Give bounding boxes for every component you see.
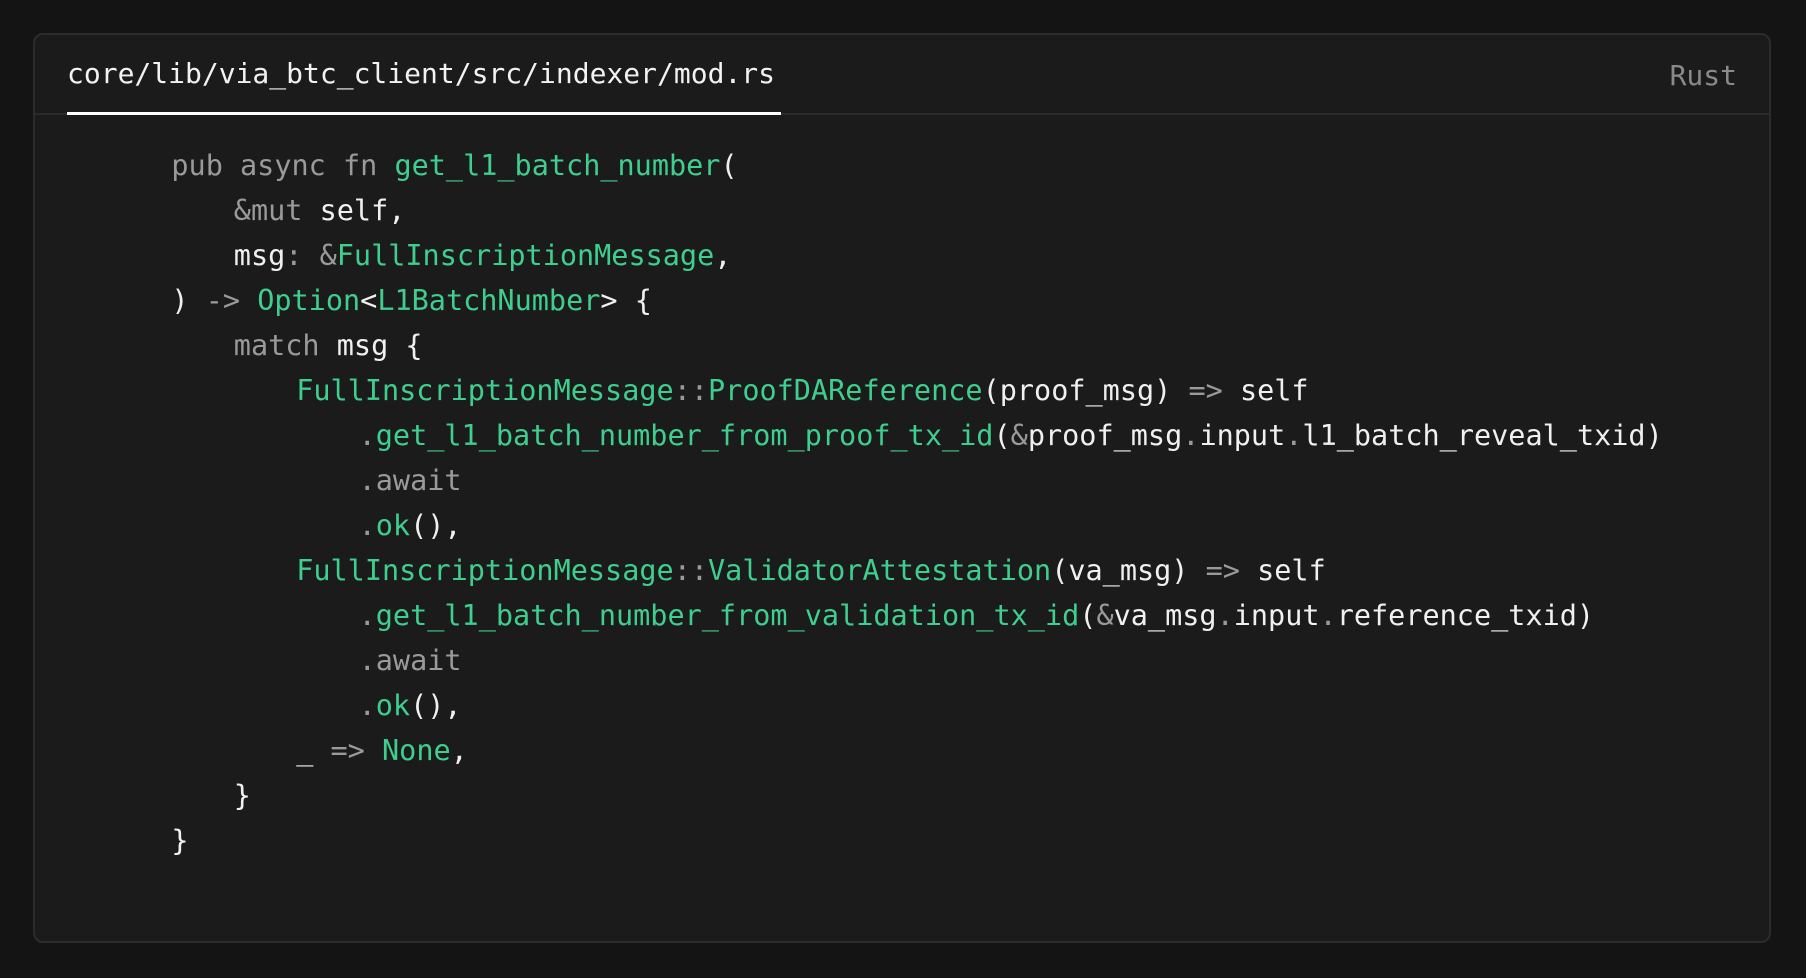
file-tab[interactable]: core/lib/via_btc_client/src/indexer/mod.… (67, 35, 782, 115)
code-token: input (1233, 599, 1320, 632)
code-token: .await (358, 644, 462, 677)
code-token: , (450, 734, 468, 767)
code-token: ) (171, 284, 206, 317)
code-line: .get_l1_batch_number_from_proof_tx_id(&p… (35, 413, 1769, 458)
code-token: . (358, 599, 376, 632)
code-token: } (171, 824, 189, 857)
code-block-header: core/lib/via_btc_client/src/indexer/mod.… (35, 35, 1769, 115)
code-token: va_msg (1113, 599, 1217, 632)
code-token: } (233, 779, 251, 812)
code-token: => (1188, 374, 1240, 407)
code-content: pub async fn get_l1_batch_number(&mut se… (35, 115, 1769, 941)
code-token: input (1199, 419, 1286, 452)
code-token: match (233, 329, 337, 362)
code-token: . (1216, 599, 1234, 632)
code-token: L1BatchNumber (377, 284, 601, 317)
code-line: ) -> Option<L1BatchNumber> { (35, 278, 1769, 323)
code-token: .await (358, 464, 462, 497)
code-token: . (1285, 419, 1303, 452)
code-token: None (382, 734, 451, 767)
code-token: Option (257, 284, 361, 317)
language-label: Rust (1669, 58, 1737, 92)
code-line: } (35, 818, 1769, 863)
code-token: FullInscriptionMessage (296, 554, 674, 587)
code-token: ( (1079, 599, 1097, 632)
code-token: self, (319, 194, 406, 227)
code-token: ok (375, 509, 411, 542)
code-token: ( (993, 419, 1011, 452)
code-line: .get_l1_batch_number_from_validation_tx_… (35, 593, 1769, 638)
code-line: .ok(), (35, 683, 1769, 728)
code-line: .await (35, 638, 1769, 683)
code-line: .ok(), (35, 503, 1769, 548)
code-token: : & (285, 239, 337, 272)
code-token: => (1205, 554, 1258, 587)
code-token: ValidatorAttestation (708, 554, 1052, 587)
code-token: (proof_msg) (982, 374, 1189, 407)
code-token: => (330, 734, 382, 767)
code-token: > { (600, 284, 652, 317)
code-token: _ (296, 734, 331, 767)
code-line: pub async fn get_l1_batch_number( (35, 143, 1769, 188)
code-token: reference_txid) (1336, 599, 1595, 632)
code-token: l1_batch_reveal_txid) (1302, 419, 1663, 452)
code-token: self (1257, 554, 1326, 587)
code-token: (), (410, 689, 462, 722)
code-line: FullInscriptionMessage::ProofDAReference… (35, 368, 1769, 413)
code-token: -> (205, 284, 258, 317)
code-token: msg (233, 239, 286, 272)
code-token: FullInscriptionMessage (296, 374, 674, 407)
code-token: :: (673, 374, 709, 407)
code-token: &mut (233, 194, 320, 227)
code-token: . (358, 509, 376, 542)
code-token: get_l1_batch_number (394, 149, 721, 182)
code-line: .await (35, 458, 1769, 503)
code-token: proof_msg (1027, 419, 1183, 452)
code-token: get_l1_batch_number_from_proof_tx_id (375, 419, 994, 452)
code-token: self (1239, 374, 1309, 407)
code-token: ProofDAReference (708, 374, 983, 407)
code-token: < (360, 284, 378, 317)
code-token: FullInscriptionMessage (336, 239, 715, 272)
code-token: ok (375, 689, 411, 722)
code-token: get_l1_batch_number_from_validation_tx_i… (375, 599, 1080, 632)
code-token: (), (410, 509, 462, 542)
code-line: msg: &FullInscriptionMessage, (35, 233, 1769, 278)
code-token: . (1182, 419, 1200, 452)
code-line: match msg { (35, 323, 1769, 368)
code-token: msg { (336, 329, 423, 362)
code-token: :: (673, 554, 709, 587)
code-token: pub async fn (171, 149, 395, 182)
code-block: core/lib/via_btc_client/src/indexer/mod.… (33, 33, 1771, 943)
code-token: & (1096, 599, 1114, 632)
code-token: , (714, 239, 732, 272)
code-token: . (358, 689, 376, 722)
code-line: } (35, 773, 1769, 818)
code-token: (va_msg) (1051, 554, 1206, 587)
code-line: FullInscriptionMessage::ValidatorAttesta… (35, 548, 1769, 593)
code-line: _ => None, (35, 728, 1769, 773)
code-token: ( (720, 149, 738, 182)
code-line: &mut self, (35, 188, 1769, 233)
code-token: . (1319, 599, 1337, 632)
code-token: . (358, 419, 376, 452)
code-token: & (1010, 419, 1028, 452)
